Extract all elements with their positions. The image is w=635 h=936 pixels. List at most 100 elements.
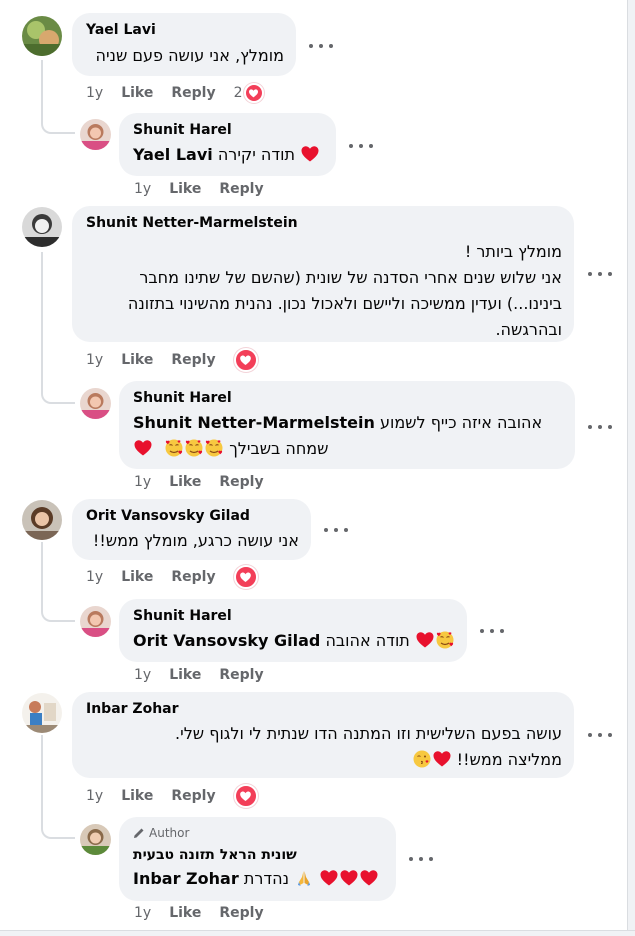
reply-age[interactable]: 1y	[134, 905, 151, 921]
author-badge-label: Author	[149, 826, 190, 840]
more-options-icon[interactable]	[480, 625, 504, 637]
red-heart-emoji	[359, 868, 379, 888]
mention-link[interactable]: Yael Lavi	[133, 145, 213, 164]
avatar[interactable]	[22, 500, 62, 540]
reply-actions: 1y Like Reply	[134, 665, 282, 685]
reply-bubble: Author שונית הראל תזונה טבעית Inbar Zoha…	[119, 817, 396, 901]
like-button[interactable]: Like	[121, 352, 153, 368]
comment-actions: 1y Like Reply	[86, 348, 258, 372]
more-options-icon[interactable]	[349, 140, 373, 152]
red-heart-emoji	[300, 144, 320, 164]
more-options-icon[interactable]	[409, 853, 433, 865]
comment-author[interactable]: Inbar Zohar	[86, 700, 562, 718]
smiling-hearts-emoji	[204, 438, 224, 458]
like-button[interactable]: Like	[121, 85, 153, 101]
avatar[interactable]	[22, 207, 62, 247]
reply-text: Orit Vansovsky Gilad תודה אהובה	[133, 628, 455, 654]
avatar[interactable]	[22, 16, 62, 56]
heart-reaction-icon[interactable]	[233, 565, 258, 589]
comment-text-line: עושה בפעם השלישית וזו המתנה הדו שנתית לי…	[175, 724, 562, 743]
comment-author[interactable]: Yael Lavi	[86, 21, 284, 39]
reply-author[interactable]: Shunit Harel	[133, 607, 455, 625]
red-heart-emoji	[319, 868, 339, 888]
more-options-icon[interactable]	[309, 40, 333, 52]
smiling-hearts-emoji	[164, 438, 184, 458]
mention-link[interactable]: Orit Vansovsky Gilad	[133, 631, 320, 650]
heart-reaction-icon	[243, 83, 264, 103]
comment-text: מומלץ, אני עושה פעם שניה	[95, 46, 285, 65]
page-frame-edge	[627, 0, 635, 936]
like-button[interactable]: Like	[121, 788, 153, 804]
reply-age[interactable]: 1y	[134, 474, 151, 490]
reply-text-body: אהובה איזה כייף לשמוע	[379, 413, 543, 432]
avatar[interactable]	[80, 824, 111, 855]
reply-text-body: תודה יקירה	[217, 145, 295, 164]
like-button[interactable]: Like	[169, 905, 201, 921]
comment-age[interactable]: 1y	[86, 352, 103, 368]
mention-link[interactable]: Inbar Zohar	[133, 869, 239, 888]
comment-actions: 1y Like Reply 2	[86, 83, 264, 103]
thread-connector	[41, 542, 75, 622]
reply-text: Yael Lavi תודה יקירה	[133, 142, 324, 168]
reaction-count[interactable]: 2	[234, 83, 264, 103]
reply-button[interactable]: Reply	[171, 85, 215, 101]
like-button[interactable]: Like	[121, 569, 153, 585]
reply-text: Inbar Zohar נהדרת	[133, 866, 384, 892]
heart-reaction-icon[interactable]	[233, 348, 258, 372]
reply-button[interactable]: Reply	[219, 905, 263, 921]
reply-actions: 1y Like Reply	[134, 903, 282, 923]
reply-button[interactable]: Reply	[171, 788, 215, 804]
comment-author[interactable]: Shunit Netter-Marmelstein	[86, 214, 562, 232]
comment-text-body: ממליצה ממש!!	[456, 750, 562, 769]
like-button[interactable]: Like	[169, 181, 201, 197]
reply-bubble: Shunit Harel Yael Lavi תודה יקירה	[119, 113, 336, 176]
smiling-hearts-emoji	[435, 630, 455, 650]
reply-author[interactable]: שונית הראל תזונה טבעית	[133, 846, 384, 864]
kiss-emoji	[412, 749, 432, 769]
reply-text-body: נהדרת	[243, 869, 289, 888]
pencil-icon	[133, 827, 145, 839]
more-options-icon[interactable]	[588, 268, 612, 280]
smiling-hearts-emoji	[184, 438, 204, 458]
more-options-icon[interactable]	[324, 524, 348, 536]
comment-age[interactable]: 1y	[86, 85, 103, 101]
reply-age[interactable]: 1y	[134, 181, 151, 197]
reply-text-body: תודה אהובה	[325, 631, 410, 650]
thread-connector	[41, 735, 75, 839]
reply-bubble: Shunit Harel Shunit Netter-Marmelstein א…	[119, 381, 575, 469]
like-button[interactable]: Like	[169, 474, 201, 490]
reply-author[interactable]: Shunit Harel	[133, 389, 563, 407]
comment-text-line: בינינו...) ועדין ממשיכה וליישם ולאכול נכ…	[127, 294, 562, 313]
reply-text-line2: שמחה בשבילך	[133, 436, 563, 462]
reply-text: Shunit Netter-Marmelstein אהובה איזה כיי…	[133, 410, 563, 436]
reply-actions: 1y Like Reply	[134, 179, 282, 199]
heart-reaction-icon[interactable]	[233, 784, 258, 808]
reply-button[interactable]: Reply	[219, 181, 263, 197]
reply-author[interactable]: Shunit Harel	[133, 121, 324, 139]
red-heart-emoji	[415, 630, 435, 650]
comment-bubble: Orit Vansovsky Gilad אני עושה כרגע, מומל…	[72, 499, 311, 560]
comment-age[interactable]: 1y	[86, 569, 103, 585]
reply-age[interactable]: 1y	[134, 667, 151, 683]
comment-actions: 1y Like Reply	[86, 565, 258, 589]
comment-author[interactable]: Orit Vansovsky Gilad	[86, 507, 299, 525]
more-options-icon[interactable]	[588, 421, 612, 433]
comment-age[interactable]: 1y	[86, 788, 103, 804]
reply-bubble: Shunit Harel Orit Vansovsky Gilad תודה א…	[119, 599, 467, 662]
mention-link[interactable]: Shunit Netter-Marmelstein	[133, 413, 375, 432]
reply-button[interactable]: Reply	[219, 474, 263, 490]
avatar[interactable]	[80, 388, 111, 419]
comment-bubble: Yael Lavi מומלץ, אני עושה פעם שניה	[72, 13, 296, 76]
avatar[interactable]	[80, 119, 111, 150]
reply-button[interactable]: Reply	[171, 352, 215, 368]
avatar[interactable]	[80, 606, 111, 637]
more-options-icon[interactable]	[588, 729, 612, 741]
reply-actions: 1y Like Reply	[134, 472, 282, 492]
comment-bubble: Inbar Zohar עושה בפעם השלישית וזו המתנה …	[72, 692, 574, 778]
comment-text-line: מומלץ ביותר !	[464, 242, 562, 261]
avatar[interactable]	[22, 693, 62, 733]
reply-button[interactable]: Reply	[219, 667, 263, 683]
reply-button[interactable]: Reply	[171, 569, 215, 585]
like-button[interactable]: Like	[169, 667, 201, 683]
red-heart-emoji	[432, 749, 452, 769]
